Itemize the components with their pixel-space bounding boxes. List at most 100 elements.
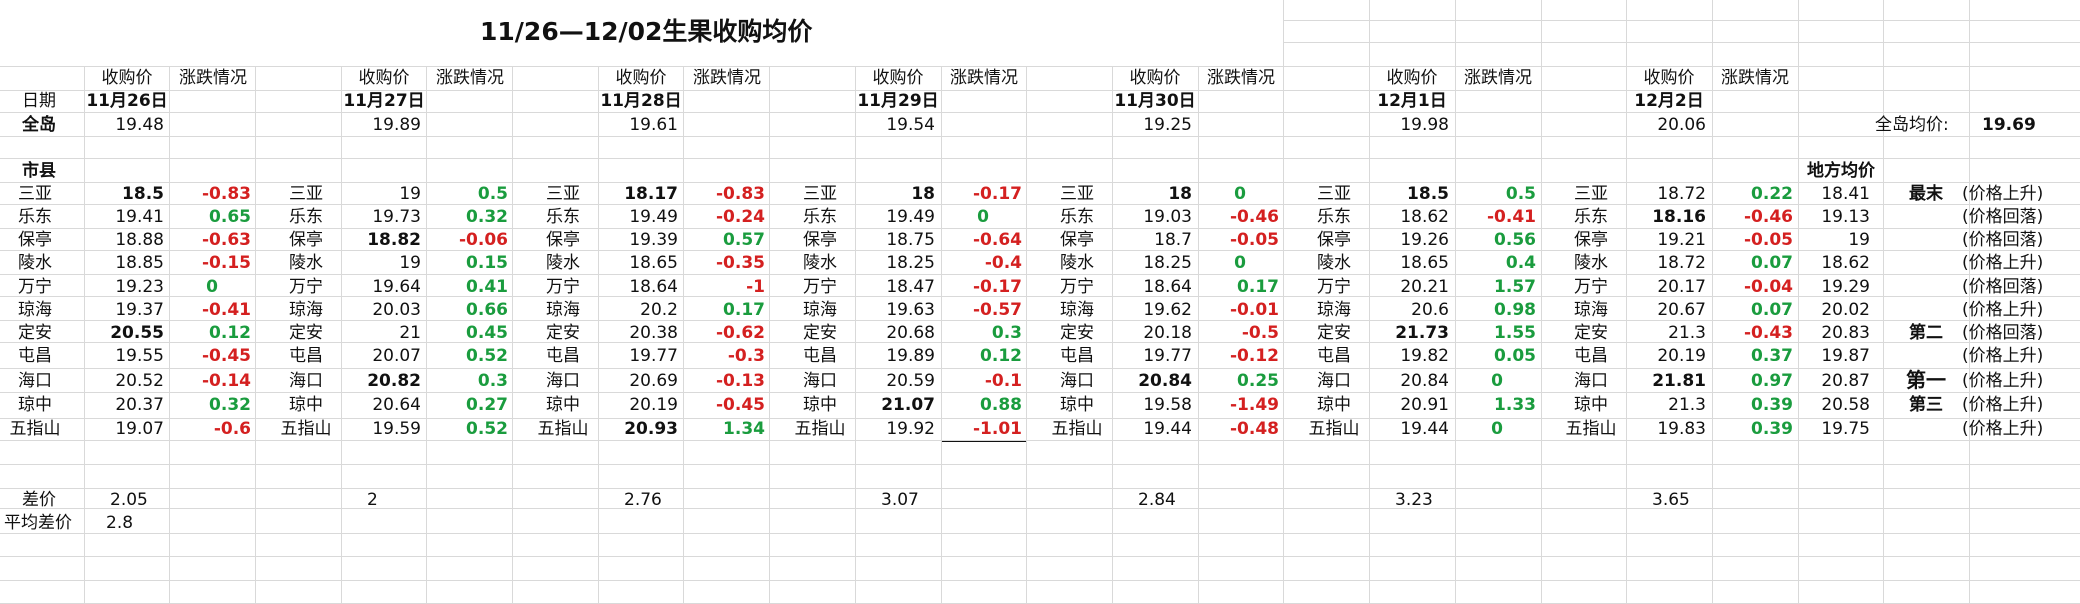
price-header: 收购价 (358, 68, 410, 88)
spread-value: 3.07 (881, 490, 919, 510)
price-cell: 19 (399, 184, 421, 204)
change-cell: -0.83 (202, 184, 251, 204)
price-cell: 18.85 (115, 253, 164, 273)
price-cell: 18.25 (886, 253, 935, 273)
price-cell: 19.49 (886, 207, 935, 227)
change-cell: -0.43 (1744, 323, 1793, 343)
county-name: 琼海 (18, 300, 52, 320)
price-cell: 20.17 (1657, 277, 1706, 297)
price-cell: 19.64 (372, 277, 421, 297)
price-cell: 18.5 (1407, 184, 1449, 204)
county-name: 琼海 (289, 300, 323, 320)
price-header: 收购价 (615, 68, 667, 88)
county-name: 海口 (18, 371, 52, 391)
county-name: 琼海 (546, 300, 580, 320)
county-name: 五指山 (537, 419, 589, 439)
change-cell: -0.5 (1241, 323, 1279, 343)
spread-value: 2.76 (624, 490, 662, 510)
local-avg-cell: 18.41 (1821, 184, 1870, 204)
county-name: 乐东 (18, 207, 52, 227)
change-cell: 0.05 (1494, 346, 1536, 366)
price-cell: 19.89 (886, 346, 935, 366)
price-cell: 20.19 (1657, 346, 1706, 366)
change-cell: -0.06 (459, 230, 508, 250)
price-cell: 20.18 (1143, 323, 1192, 343)
county-name: 屯昌 (1317, 346, 1351, 366)
change-cell: 0.4 (1505, 253, 1536, 273)
county-name: 琼海 (1574, 300, 1608, 320)
change-cell: 1.33 (1494, 395, 1536, 415)
county-name: 琼海 (803, 300, 837, 320)
county-name: 五指山 (9, 419, 61, 439)
island-avg-label: 全岛均价: (1875, 115, 1949, 135)
change-cell: 0.98 (1494, 300, 1536, 320)
county-name: 万宁 (289, 277, 323, 297)
change-cell: -0.24 (716, 207, 765, 227)
price-cell: 21.3 (1668, 395, 1706, 415)
island-label: 全岛 (22, 115, 56, 135)
change-cell: -0.13 (716, 371, 765, 391)
county-name: 琼中 (289, 395, 323, 415)
change-cell: -0.4 (984, 253, 1022, 273)
change-cell: 0.07 (1751, 253, 1793, 273)
island-price: 19.48 (115, 115, 164, 135)
change-cell: 0.97 (1751, 371, 1793, 391)
date-label: 日期 (22, 91, 56, 111)
price-cell: 20.67 (1657, 300, 1706, 320)
change-cell: -0.64 (973, 230, 1022, 250)
price-cell: 20.07 (372, 346, 421, 366)
change-cell: 0.17 (1237, 277, 1279, 297)
county-name: 海口 (1317, 371, 1351, 391)
county-name: 保亭 (18, 230, 52, 250)
county-name: 五指山 (1051, 419, 1103, 439)
price-cell: 19.23 (115, 277, 164, 297)
price-cell: 18.47 (886, 277, 935, 297)
price-cell: 18.72 (1657, 184, 1706, 204)
county-label: 市县 (22, 161, 56, 181)
change-cell: -0.05 (1744, 230, 1793, 250)
county-name: 海口 (546, 371, 580, 391)
sheet-title: 11/26—12/02生果收购均价 (480, 17, 813, 46)
price-cell: 20.21 (1400, 277, 1449, 297)
county-name: 屯昌 (1574, 346, 1608, 366)
island-price: 19.61 (629, 115, 678, 135)
county-name: 五指山 (794, 419, 846, 439)
change-cell: -0.1 (984, 371, 1022, 391)
county-name: 陵水 (1317, 253, 1351, 273)
spread-label: 差价 (22, 490, 56, 510)
rank-label: 第一 (1906, 368, 1946, 392)
change-header: 涨跌情况 (179, 68, 247, 88)
county-name: 保亭 (1060, 230, 1094, 250)
price-cell: 19.03 (1143, 207, 1192, 227)
change-cell: -0.6 (213, 419, 251, 439)
county-name: 五指山 (1565, 419, 1617, 439)
price-header: 收购价 (1643, 68, 1695, 88)
grid-row-line (0, 464, 2080, 465)
price-cell: 20.68 (886, 323, 935, 343)
price-cell: 20.6 (1411, 300, 1449, 320)
county-name: 乐东 (546, 207, 580, 227)
change-cell: 0 (977, 207, 989, 227)
county-name: 三亚 (18, 184, 52, 204)
avg-spread-value: 2.8 (106, 513, 134, 533)
avg-spread-label: 平均差价 (4, 513, 72, 533)
change-cell: 0.12 (209, 323, 251, 343)
change-cell: -0.41 (202, 300, 251, 320)
price-header: 收购价 (1386, 68, 1438, 88)
local-avg-cell: 19 (1848, 230, 1870, 250)
price-cell: 20.59 (886, 371, 935, 391)
grid-column-line (1026, 66, 1027, 603)
price-cell: 19.26 (1400, 230, 1449, 250)
grid-row-line (0, 488, 2080, 489)
county-name: 陵水 (18, 253, 52, 273)
trend-label: (价格上升) (1962, 395, 2044, 415)
county-name: 乐东 (1060, 207, 1094, 227)
change-cell: -0.41 (1487, 207, 1536, 227)
change-cell: 0.57 (723, 230, 765, 250)
price-cell: 21.81 (1652, 371, 1706, 391)
county-name: 海口 (1574, 371, 1608, 391)
change-header: 涨跌情况 (1721, 68, 1789, 88)
change-cell: 0.65 (209, 207, 251, 227)
change-header: 涨跌情况 (1207, 68, 1275, 88)
county-name: 定安 (1574, 323, 1608, 343)
